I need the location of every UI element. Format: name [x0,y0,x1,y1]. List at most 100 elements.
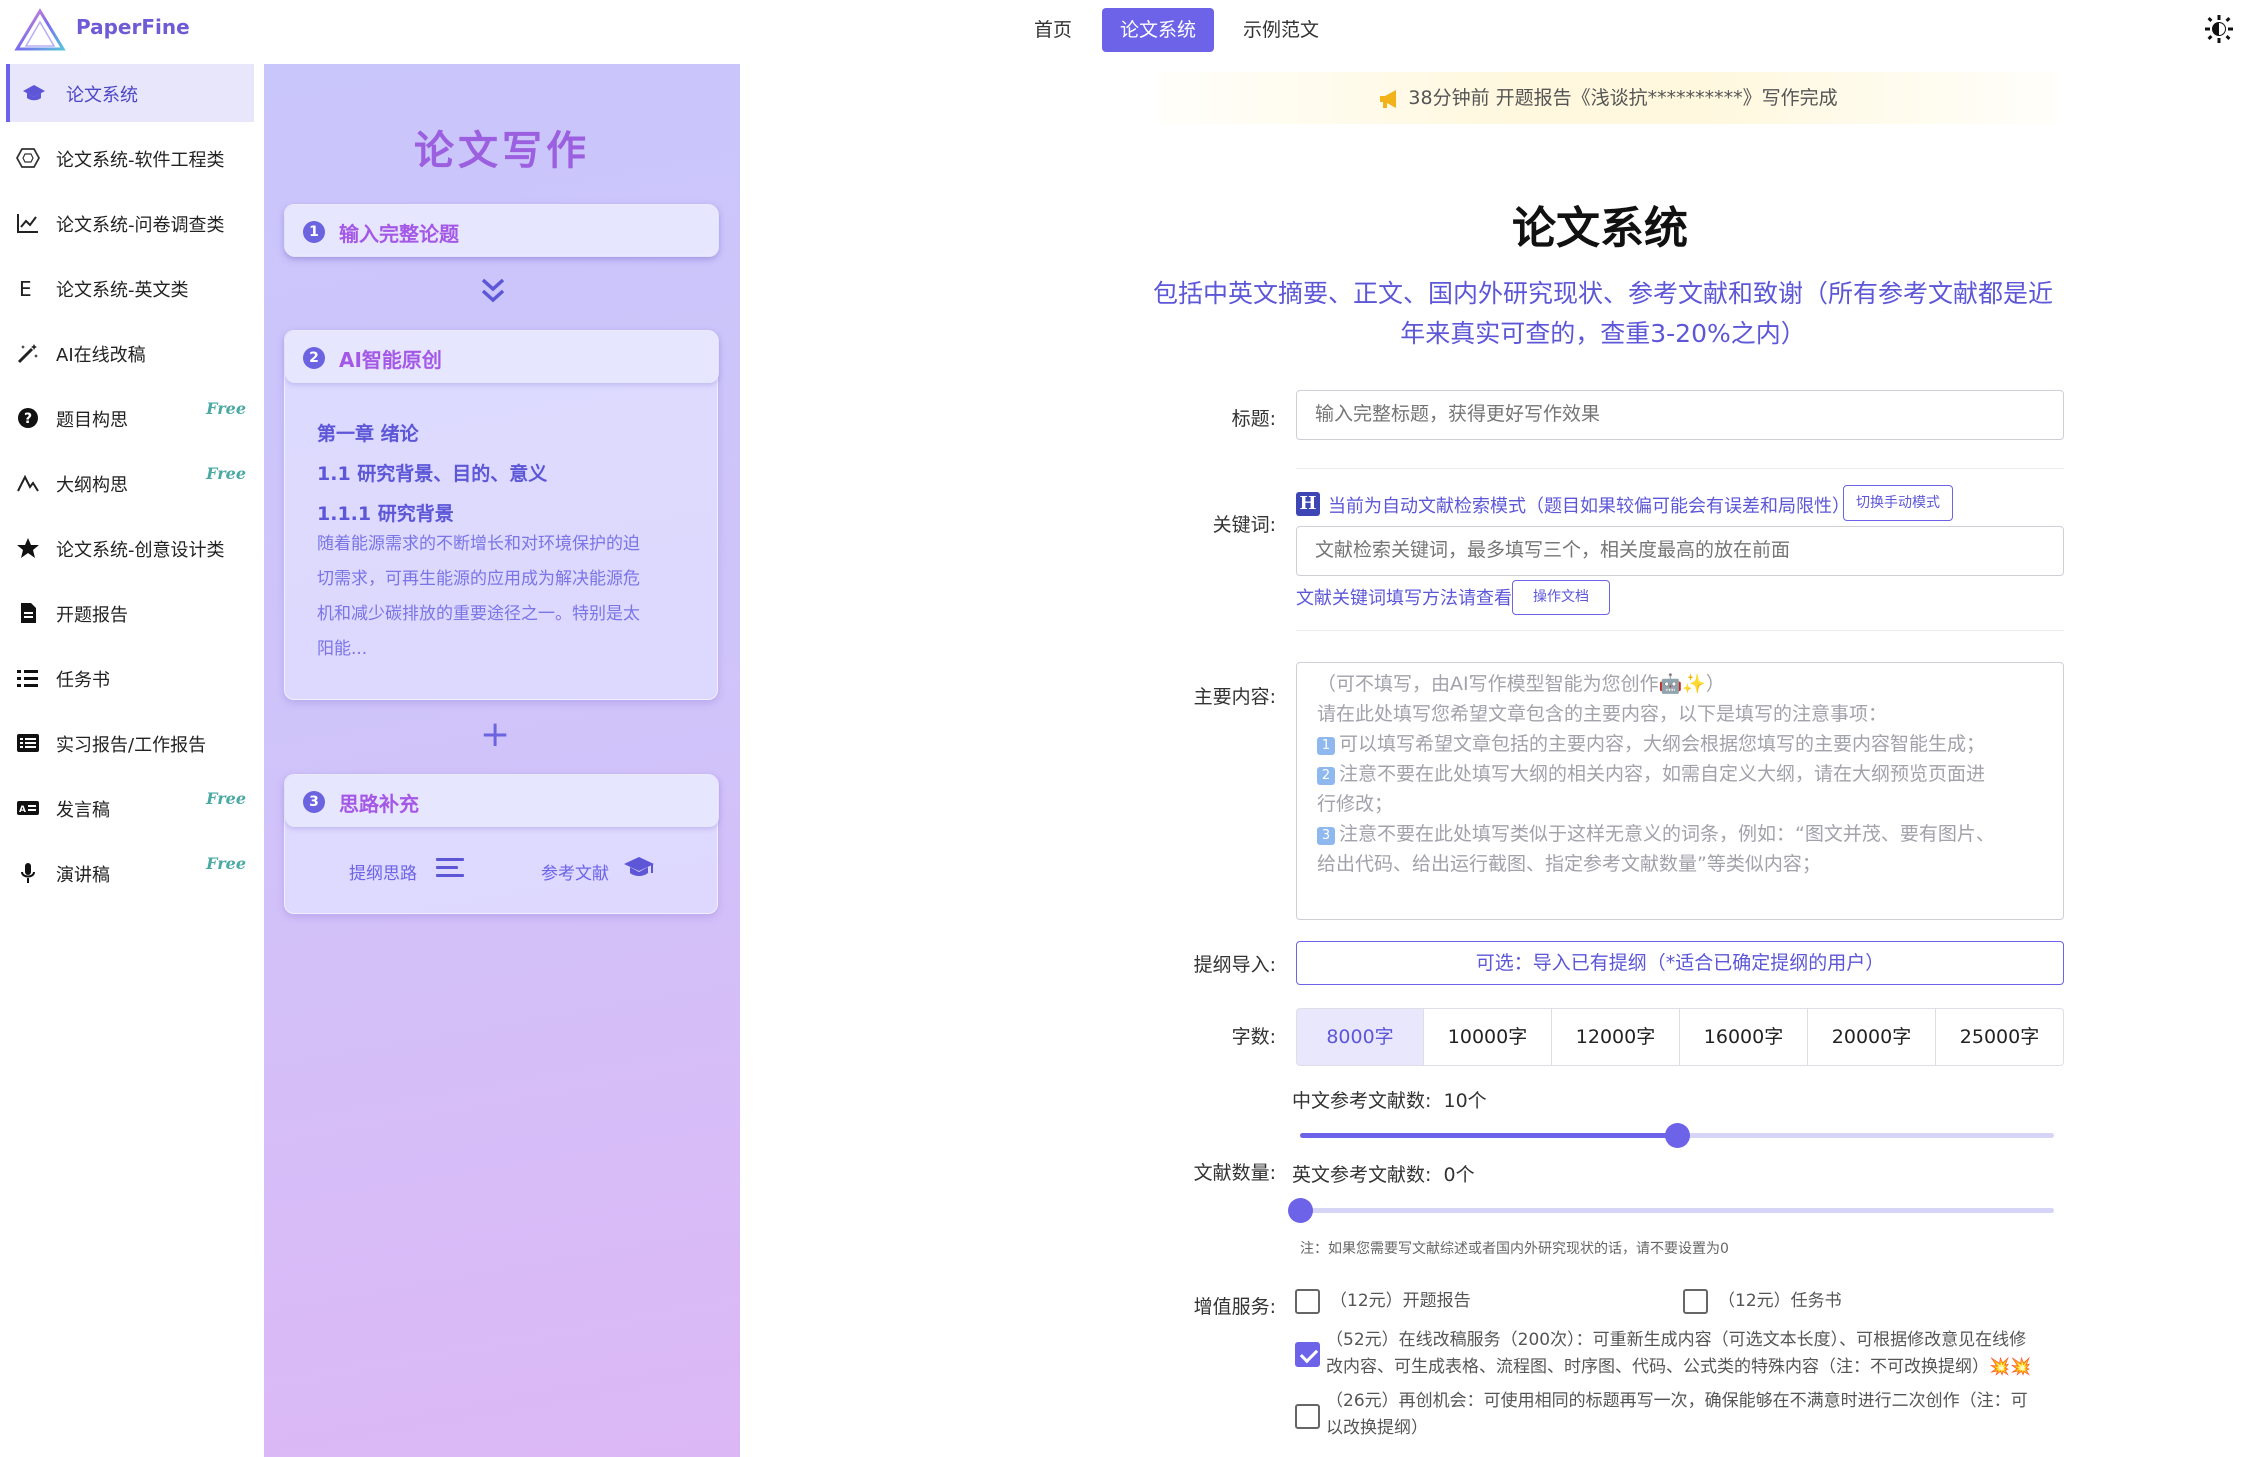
step-label: AI智能原创 [339,348,442,372]
letter-e-icon: E [19,277,32,299]
sidebar-item-speech-draft[interactable]: A 发言稿 Free [6,779,254,837]
sample-paragraph-line: 切需求，可再生能源的应用成为解决能源危 [317,569,640,589]
keywords-help-link[interactable]: 文献关键词填写方法请查看 [1296,584,1512,610]
nav-sample-papers[interactable]: 示例范文 [1226,8,1336,52]
app-name[interactable]: PaperFine [76,15,190,39]
page-subtitle: 包括中英文摘要、正文、国内外研究现状、参考文献和致谢（所有参考文献都是近 年来真… [1152,279,2053,348]
service-revision-checkbox[interactable] [1295,1342,1320,1367]
sidebar-item-internship-report[interactable]: 实习报告/工作报告 [6,714,254,772]
sample-paragraph-line: 机和减少碳排放的重要途径之一。特别是太 [317,604,640,624]
graduation-cap-icon [23,85,45,101]
notice-text: 38分钟前 开题报告《浅谈抗**********》写作完成 [1408,87,1838,109]
slider-thumb[interactable] [1288,1198,1313,1223]
service-proposal-text: （12元）开题报告 [1330,1291,1471,1311]
sidebar-item-proposal[interactable]: 开题报告 [6,584,254,642]
service-proposal-checkbox[interactable] [1295,1289,1320,1314]
title-label: 标题: [1231,408,1276,430]
sidebar-item-creative-design[interactable]: 论文系统-创意设计类 [6,519,254,577]
service-revision-text: （52元）在线改稿服务（200次）：可重新生成内容（可选文本长度）、可根据修改意… [1326,1330,2032,1377]
sidebar-item-assignment[interactable]: 任务书 [6,649,254,707]
word-option-16000[interactable]: 16000字 [1680,1008,1808,1066]
word-option-25000[interactable]: 25000字 [1936,1008,2064,1066]
step-label: 输入完整论题 [339,222,459,246]
nav-home[interactable]: 首页 [1016,8,1090,52]
sidebar-item-english[interactable]: E 论文系统-英文类 [6,259,254,317]
step-ai-original: 2 AI智能原创 第一章 绪论 1.1 研究背景、目的、意义 1.1.1 研究背… [284,330,719,700]
id-card-icon: A [17,801,39,815]
service-assignment-checkbox[interactable] [1683,1289,1708,1314]
sidebar: 论文系统 论文系统-软件工程类 论文系统-问卷调查类 E 论文系统-英文类 AI… [0,62,264,1457]
docs-button[interactable]: 操作文档 [1512,580,1610,615]
top-bar: PaperFine 首页 论文系统 示例范文 [0,0,2241,62]
cn-refs-value: 10个 [1443,1090,1487,1112]
title-input[interactable] [1296,390,2064,440]
plus-icon: + [480,714,511,755]
promo-title: 论文写作 [414,128,590,174]
step-number: 2 [303,347,325,369]
content-textarea[interactable]: （可不填写，由AI写作模型智能为您创作🤖✨） 请在此处填写您希望文章包含的主要内… [1296,662,2064,920]
sidebar-item-survey[interactable]: 论文系统-问卷调查类 [6,194,254,252]
free-badge: Free [206,789,246,808]
service-rewrite-checkbox[interactable] [1295,1404,1320,1429]
cn-refs-slider[interactable] [1300,1123,2054,1148]
question-circle-icon: ? [18,408,38,428]
word-option-8000[interactable]: 8000字 [1296,1008,1424,1066]
sidebar-item-topic-ideas[interactable]: ? 题目构思 Free [6,389,254,447]
services-label: 增值服务: [1193,1296,1276,1318]
step-number: 3 [303,791,325,813]
keywords-label: 关键词: [1212,514,1276,536]
word-option-12000[interactable]: 12000字 [1552,1008,1680,1066]
step-number: 1 [303,221,325,243]
hexagon-icon [16,148,40,168]
document-icon [21,603,36,623]
step-label: 思路补充 [339,792,419,816]
en-refs-label: 英文参考文献数: 0个 [1292,1164,1475,1186]
en-refs-slider[interactable] [1288,1198,2054,1223]
menu-lines-icon [436,858,464,877]
sidebar-item-lecture[interactable]: 演讲稿 Free [6,844,254,902]
en-refs-value: 0个 [1443,1164,1475,1186]
megaphone-icon [1380,89,1397,108]
search-mode-icon: H [1296,492,1320,516]
magic-wand-icon [17,344,38,364]
outline-ideas-button[interactable]: 提纲思路 [349,859,417,884]
microphone-icon [21,863,35,883]
word-option-10000[interactable]: 10000字 [1424,1008,1552,1066]
sidebar-item-paper-system[interactable]: 论文系统 [6,64,254,122]
list-box-icon [17,734,39,752]
page-title: 论文系统 [1512,203,1688,254]
step-idea-supplement: 3 思路补充 提纲思路 参考文献 [284,774,719,914]
free-badge: Free [206,464,246,483]
step-input-topic: 1 输入完整论题 [284,204,719,257]
search-mode-text: 当前为自动文献检索模式（题目如果较偏可能会有误差和局限性） [1328,496,1850,517]
sidebar-item-software-engineering[interactable]: 论文系统-软件工程类 [6,129,254,187]
nav-paper-system[interactable]: 论文系统 [1102,8,1214,52]
sidebar-item-outline-ideas[interactable]: 大纲构思 Free [6,454,254,512]
outline-icon [17,474,39,492]
sample-chapter-heading: 第一章 绪论 [317,423,419,445]
switch-manual-mode-button[interactable]: 切换手动模式 [1843,485,1953,521]
outline-import-label: 提纲导入: [1193,954,1276,976]
sample-section-heading: 1.1 研究背景、目的、意义 [317,463,548,485]
sidebar-item-ai-revision[interactable]: AI在线改稿 [6,324,254,382]
line-chart-icon [17,214,38,233]
service-assignment-text: （12元）任务书 [1718,1291,1842,1311]
svg-text:E: E [19,277,32,299]
sample-paragraph-line: 随着能源需求的不断增长和对环境保护的迫 [317,534,640,554]
svg-text:?: ? [24,411,32,427]
content-label: 主要内容: [1193,686,1276,708]
references-button[interactable]: 参考文献 [541,859,609,884]
recent-activity-notice: 38分钟前 开题报告《浅谈抗**********》写作完成 [1158,72,2058,124]
chevron-double-down-icon [481,278,505,303]
word-option-20000[interactable]: 20000字 [1808,1008,1936,1066]
keywords-input[interactable] [1296,526,2064,576]
slider-thumb[interactable] [1665,1123,1690,1148]
logo-icon[interactable] [14,8,66,52]
free-badge: Free [206,854,246,873]
theme-toggle-icon[interactable] [2204,14,2234,44]
import-outline-button[interactable]: 可选：导入已有提纲（*适合已确定提纲的用户） [1296,941,2064,985]
star-icon [17,538,39,558]
graduation-cap-icon [624,857,654,876]
refs-note: 注：如果您需要写文献综述或者国内外研究现状的话，请不要设置为0 [1300,1241,1729,1257]
service-rewrite-text: （26元）再创机会：可使用相同的标题再写一次，确保能够在不满意时进行二次创作（注… [1326,1391,2028,1438]
